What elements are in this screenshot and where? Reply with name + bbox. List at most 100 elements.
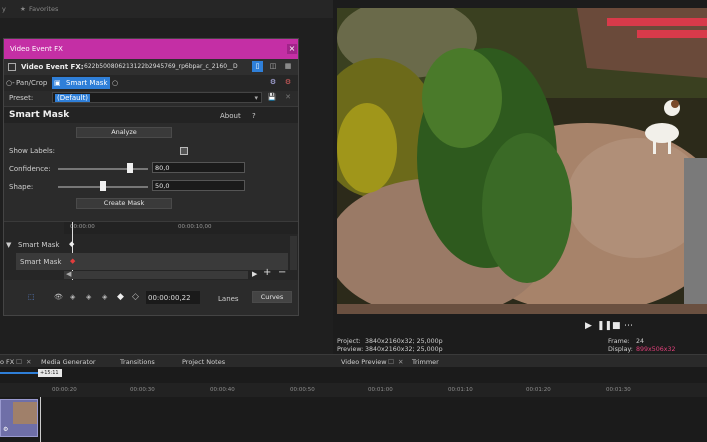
delete-keyframe-icon[interactable]: ◇ bbox=[132, 292, 139, 302]
kf-ruler: 00:00:00 00:00:10,00 bbox=[64, 222, 298, 234]
curves-button[interactable]: Curves bbox=[252, 291, 292, 303]
tab-close-icon[interactable]: ✕ bbox=[398, 358, 403, 366]
dialog-titlebar[interactable]: Video Event FX × bbox=[4, 39, 298, 59]
chain-item-smart-mask[interactable]: ▣ Smart Mask bbox=[52, 77, 110, 89]
shape-slider-thumb[interactable] bbox=[100, 181, 106, 191]
fx-header-row: Video Event FX: 622b500806213122b2945769… bbox=[4, 59, 298, 75]
view-keyframe-icon[interactable]: 👁 bbox=[54, 293, 63, 301]
scroll-right-icon[interactable]: ▶ bbox=[252, 270, 257, 278]
tab-trimmer[interactable]: Trimmer bbox=[412, 358, 439, 366]
scroll-left-icon[interactable]: ◀ bbox=[66, 270, 71, 278]
keyframe-toolbar: ⬚ 👁 ◈ ◈ ◈ ◆ ◇ 00:00:00,22 Lanes Curves bbox=[4, 285, 298, 313]
tab-fx[interactable]: o FX bbox=[0, 358, 14, 366]
zoom-out-icon[interactable]: − bbox=[278, 267, 286, 278]
about-link[interactable]: About bbox=[220, 112, 241, 120]
keyframe-area: 00:00:00 00:00:10,00 ▼ Smart Mask ◆ Smar… bbox=[4, 221, 298, 280]
keyframe-timecode-value: 00:00:00,22 bbox=[148, 294, 191, 302]
video-preview-frame[interactable] bbox=[337, 8, 707, 314]
plugin-icon: ▣ bbox=[54, 79, 61, 87]
video-clip[interactable]: ⚙ bbox=[0, 399, 38, 437]
kf-track-label: Smart Mask bbox=[20, 258, 62, 266]
add-plugin-icon[interactable]: ⚙ bbox=[268, 78, 278, 86]
keyframe-icon[interactable]: ◆ bbox=[69, 240, 74, 248]
preview-info: Project: 3840x2160x32; 25,000p Preview: … bbox=[337, 338, 707, 355]
timeline-ruler[interactable]: 00:00:20 00:00:30 00:00:40 00:00:50 00:0… bbox=[0, 383, 707, 397]
docking-tab-bar: o FX ☐ ✕ Media Generator Transitions Pro… bbox=[0, 354, 707, 368]
first-keyframe-icon[interactable]: ◈ bbox=[70, 293, 75, 301]
tab-close-icon[interactable]: ✕ bbox=[26, 358, 31, 366]
tab-float-icon[interactable]: ☐ bbox=[16, 358, 22, 366]
cursor-marker-time: +15:11 bbox=[40, 370, 59, 376]
play-icon[interactable]: ▶ bbox=[585, 321, 592, 331]
show-labels-checkbox[interactable] bbox=[180, 147, 188, 155]
delete-preset-icon[interactable]: ✕ bbox=[283, 93, 293, 101]
kf-scrollbar[interactable] bbox=[290, 236, 297, 270]
tab-transitions[interactable]: Transitions bbox=[120, 358, 155, 366]
fx-bypass-icon[interactable] bbox=[8, 63, 16, 71]
kf-track-row: ▼ Smart Mask ◆ bbox=[4, 236, 298, 253]
chevron-down-icon: ▾ bbox=[254, 94, 258, 102]
tab-media-generator[interactable]: Media Generator bbox=[41, 358, 96, 366]
shape-field[interactable]: 50,0 bbox=[152, 180, 245, 191]
collapse-icon[interactable]: ▼ bbox=[6, 241, 11, 249]
pause-icon[interactable]: ❚❚ bbox=[597, 321, 612, 331]
video-event-fx-dialog: Video Event FX × Video Event FX: 622b500… bbox=[3, 38, 299, 316]
favorites-bar: y ★ Favorites bbox=[0, 0, 333, 19]
timeline-cursor[interactable] bbox=[40, 397, 41, 442]
chain-item-pan-crop[interactable]: Pan/Crop bbox=[16, 79, 47, 87]
preset-dropdown[interactable]: (Default) ▾ bbox=[52, 92, 262, 103]
favorites-tab-fragment[interactable]: y bbox=[2, 5, 6, 13]
star-icon: ★ bbox=[20, 5, 26, 13]
fx-file-name: 622b500806213122b2945769_rp6bpar_c_2160_… bbox=[84, 63, 238, 70]
preview-value: 3840x2160x32; 25,000p bbox=[365, 346, 443, 353]
save-preset-icon[interactable]: 💾 bbox=[267, 93, 277, 101]
preview-image bbox=[337, 8, 707, 314]
fx-chain-view-icon[interactable]: ▯ bbox=[252, 61, 263, 72]
ruler-tick: 00:00:20 bbox=[52, 387, 77, 393]
project-label: Project: bbox=[337, 338, 361, 345]
sync-cursor-icon[interactable]: ⬚ bbox=[28, 293, 35, 301]
clip-thumbnail bbox=[13, 402, 37, 424]
clip-fx-icon[interactable]: ⚙ bbox=[3, 426, 8, 433]
next-keyframe-icon[interactable]: ◈ bbox=[102, 293, 107, 301]
kf-hscrollbar[interactable] bbox=[64, 271, 248, 279]
chain-toggle-icon[interactable]: ○- bbox=[6, 79, 15, 87]
close-icon[interactable]: × bbox=[287, 44, 297, 54]
show-labels-label: Show Labels: bbox=[9, 147, 56, 155]
ruler-tick: 00:01:30 bbox=[606, 387, 631, 393]
loop-region[interactable] bbox=[0, 372, 38, 374]
kf-track-label: Smart Mask bbox=[18, 241, 60, 249]
keyframe-timecode[interactable]: 00:00:00,22 bbox=[146, 291, 200, 304]
more-icon[interactable]: ⋯ bbox=[624, 321, 633, 331]
chain-link-icon: ○ bbox=[112, 79, 119, 87]
ruler-tick: 00:00:40 bbox=[210, 387, 235, 393]
params-area: Analyze Show Labels: Confidence: 80,0 Sh… bbox=[4, 123, 298, 217]
confidence-slider-thumb[interactable] bbox=[127, 163, 133, 173]
preset-value: (Default) bbox=[55, 94, 91, 102]
lanes-button[interactable]: Lanes bbox=[218, 295, 239, 303]
tab-video-preview[interactable]: Video Preview bbox=[341, 358, 387, 366]
chain-item-smart-mask-label: Smart Mask bbox=[66, 79, 108, 87]
analyze-button[interactable]: Analyze bbox=[76, 127, 172, 138]
ruler-tick: 00:00:30 bbox=[130, 387, 155, 393]
keyframe-icon[interactable]: ◆ bbox=[70, 257, 75, 265]
favorites-label[interactable]: Favorites bbox=[29, 5, 58, 13]
create-mask-button[interactable]: Create Mask bbox=[76, 198, 172, 209]
zoom-in-icon[interactable]: + bbox=[263, 267, 271, 278]
add-keyframe-icon[interactable]: ◆ bbox=[117, 292, 124, 302]
kf-track-row: Smart Mask ◆ bbox=[16, 253, 288, 270]
ruler-tick: 00:01:20 bbox=[526, 387, 551, 393]
tab-float-icon[interactable]: ☐ bbox=[388, 358, 394, 366]
prev-keyframe-icon[interactable]: ◈ bbox=[86, 293, 91, 301]
grid-view-icon[interactable]: ▦ bbox=[283, 62, 293, 70]
display-label: Display: bbox=[608, 346, 633, 353]
help-link[interactable]: ? bbox=[252, 112, 256, 120]
frame-label: Frame: bbox=[608, 338, 630, 345]
cursor-marker[interactable]: +15:11 bbox=[38, 369, 62, 377]
confidence-slider[interactable] bbox=[58, 168, 148, 170]
tab-project-notes[interactable]: Project Notes bbox=[182, 358, 225, 366]
stop-icon[interactable]: ■ bbox=[612, 321, 621, 331]
confidence-field[interactable]: 80,0 bbox=[152, 162, 245, 173]
split-view-icon[interactable]: ◫ bbox=[268, 62, 278, 70]
remove-plugin-icon[interactable]: ⚙ bbox=[283, 78, 293, 86]
